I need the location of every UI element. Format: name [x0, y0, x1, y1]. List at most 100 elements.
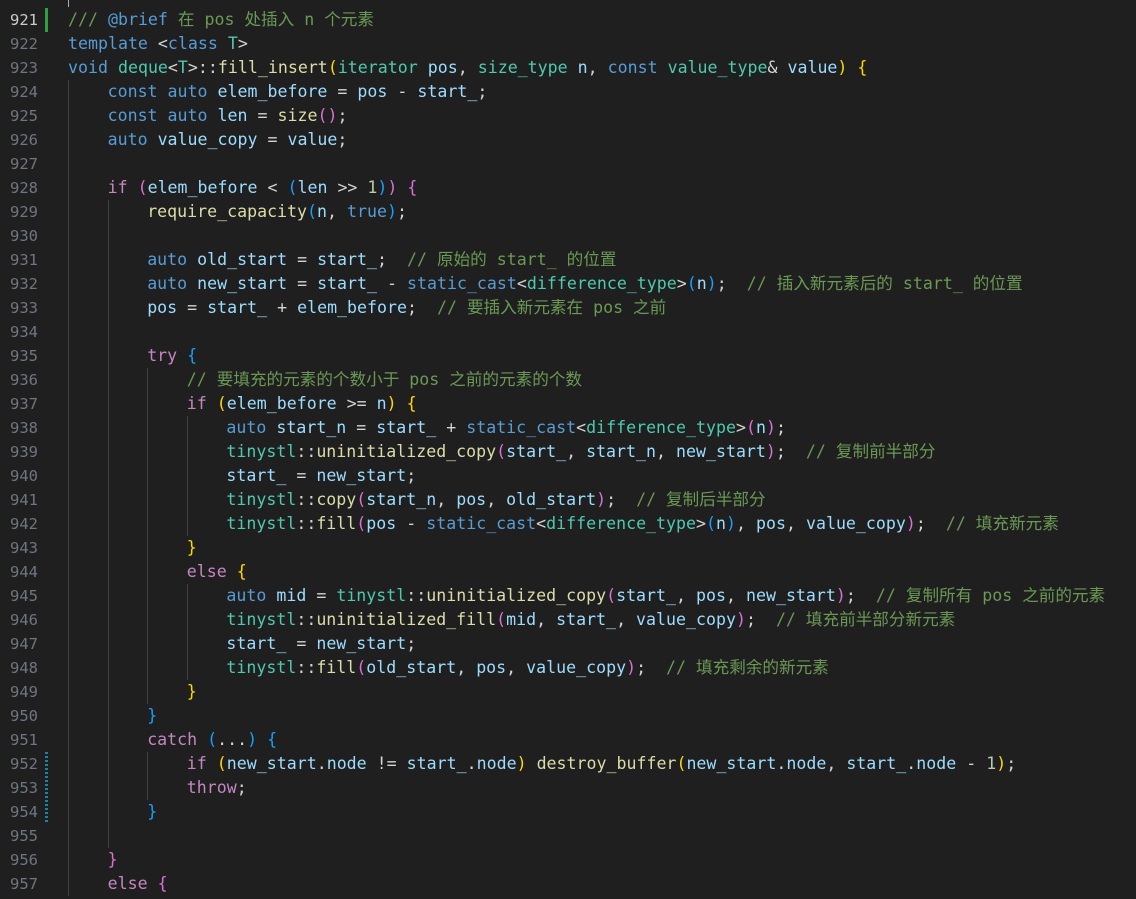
code-line[interactable]: 942 tinystl::fill(pos - static_cast<diffe…: [0, 512, 1136, 536]
code-line[interactable]: 945 auto mid = tinystl::uninitialized_cop…: [0, 584, 1136, 608]
code-line[interactable]: 936 // 要填充的元素的个数小于 pos 之前的元素的个数: [0, 368, 1136, 392]
code-token: ): [735, 610, 746, 629]
code-token: new_start: [316, 466, 407, 485]
gutter-added-indicator[interactable]: [45, 752, 48, 776]
code-line[interactable]: 932 auto new_start = start_ - static_cast…: [0, 272, 1136, 296]
line-number: 925: [10, 107, 38, 125]
code-token: ): [765, 442, 776, 461]
code-editor[interactable]: 921 /// @brief 在 pos 处插入 n 个元素 922 template…: [0, 0, 1136, 899]
code-line[interactable]: 941 tinystl::copy(start_n, pos, old_start…: [0, 488, 1136, 512]
indent-guide: [68, 656, 69, 680]
code-line[interactable]: 921 /// @brief 在 pos 处插入 n 个元素: [0, 8, 1136, 32]
code-line[interactable]: 956}: [0, 848, 1136, 872]
code-line[interactable]: 933 pos = start_ + elem_before; // 要插入新元素…: [0, 296, 1136, 320]
code-token: pos: [696, 586, 726, 605]
code-token: auto: [107, 130, 148, 149]
code-token: ,: [486, 490, 507, 509]
code-line[interactable]: 950}: [0, 704, 1136, 728]
line-number: 952: [10, 755, 38, 773]
code-token: =: [177, 298, 208, 317]
code-line[interactable]: 955: [0, 824, 1136, 848]
gutter-modified-indicator[interactable]: [45, 8, 48, 32]
indent-guide: [68, 128, 69, 152]
code-line[interactable]: 940 start_ = new_start;: [0, 464, 1136, 488]
indent-guide: [147, 440, 149, 464]
indent-guide: [68, 152, 69, 176]
code-token: pos: [357, 82, 388, 101]
code-token: ): [837, 58, 848, 77]
code-token: ;: [606, 490, 637, 509]
code-line[interactable]: 928 if (elem_before < (len >> 1)) {: [0, 176, 1136, 200]
indent-guide: [107, 344, 109, 368]
gutter-added-indicator[interactable]: [45, 800, 48, 824]
gutter-added-indicator[interactable]: [45, 776, 48, 800]
code-line[interactable]: 935 try {: [0, 344, 1136, 368]
code-line[interactable]: 948 tinystl::fill(old_start, pos, value_c…: [0, 656, 1136, 680]
code-line[interactable]: 929 require_capacity(n, true);: [0, 200, 1136, 224]
code-token: size_type: [477, 58, 568, 77]
code-line[interactable]: 927: [0, 152, 1136, 176]
code-text: pos = start_ + elem_before; // 要插入新元素在 p…: [147, 296, 666, 320]
code-token: =: [287, 250, 318, 269]
code-token: (: [216, 394, 227, 413]
code-line[interactable]: 934: [0, 320, 1136, 344]
code-line[interactable]: 926 auto value_copy = value;: [0, 128, 1136, 152]
code-line[interactable]: 930: [0, 224, 1136, 248]
code-line[interactable]: 944 else {: [0, 560, 1136, 584]
code-text: start_ = new_start;: [226, 464, 416, 488]
code-token: {: [406, 394, 417, 413]
code-token: (: [216, 754, 227, 773]
code-line[interactable]: 953 throw;: [0, 776, 1136, 800]
code-token: &: [767, 58, 788, 77]
code-line[interactable]: 943}: [0, 536, 1136, 560]
indent-guide: [147, 416, 149, 440]
code-token: ): [596, 490, 607, 509]
code-token: // 填充剩余的新元素: [666, 658, 829, 677]
indent-guide: [68, 464, 69, 488]
code-line[interactable]: 938 auto start_n = start_ + static_cast<d…: [0, 416, 1136, 440]
code-token: tinystl: [226, 490, 297, 509]
line-number: 935: [10, 347, 38, 365]
code-line[interactable]: 946 tinystl::uninitialized_fill(mid, star…: [0, 608, 1136, 632]
code-line[interactable]: 937 if (elem_before >= n) {: [0, 392, 1136, 416]
code-line[interactable]: 957 else {: [0, 872, 1136, 896]
code-text: }: [147, 800, 157, 824]
code-line[interactable]: 949}: [0, 680, 1136, 704]
code-line[interactable]: 922 template <class T>: [0, 32, 1136, 56]
code-text: }: [108, 848, 118, 872]
code-token: ;: [745, 610, 776, 629]
code-token: tinystl: [226, 658, 297, 677]
code-line[interactable]: 939 tinystl::uninitialized_copy(start_, s…: [0, 440, 1136, 464]
code-token: ): [247, 730, 258, 749]
code-token: auto: [167, 106, 208, 125]
code-token: start_: [406, 754, 467, 773]
code-token: ): [706, 274, 717, 293]
code-line[interactable]: 951 catch (...) {: [0, 728, 1136, 752]
line-number: 955: [10, 827, 38, 845]
code-lines[interactable]: 921 /// @brief 在 pos 处插入 n 个元素 922 template…: [0, 8, 1136, 896]
line-number: 943: [10, 539, 38, 557]
code-text: require_capacity(n, true);: [147, 200, 407, 224]
code-token: size: [277, 106, 318, 125]
code-token: ;: [406, 466, 417, 485]
code-line[interactable]: 923 void deque<T>::fill_insert(iterator p…: [0, 56, 1136, 80]
code-line[interactable]: 925 const auto len = size();: [0, 104, 1136, 128]
code-token: mid: [276, 586, 307, 605]
code-line[interactable]: 924 const auto elem_before = pos - start_…: [0, 80, 1136, 104]
code-line[interactable]: 954}: [0, 800, 1136, 824]
line-number: 942: [10, 515, 38, 533]
code-token: uninitialized_copy: [426, 586, 607, 605]
code-token: ;: [845, 586, 876, 605]
code-token: .: [316, 754, 327, 773]
code-line[interactable]: 947 start_ = new_start;: [0, 632, 1136, 656]
line-number: 922: [10, 35, 38, 53]
code-token: (: [356, 514, 367, 533]
code-token: else: [186, 562, 227, 581]
code-line[interactable]: 931 auto old_start = start_; // 原始的 start…: [0, 248, 1136, 272]
code-line[interactable]: 952 if (new_start.node != start_.node) de…: [0, 752, 1136, 776]
code-token: ): [835, 586, 846, 605]
code-text: if (elem_before < (len >> 1)) {: [108, 176, 418, 200]
code-text: tinystl::uninitialized_copy(start_, star…: [226, 440, 935, 464]
